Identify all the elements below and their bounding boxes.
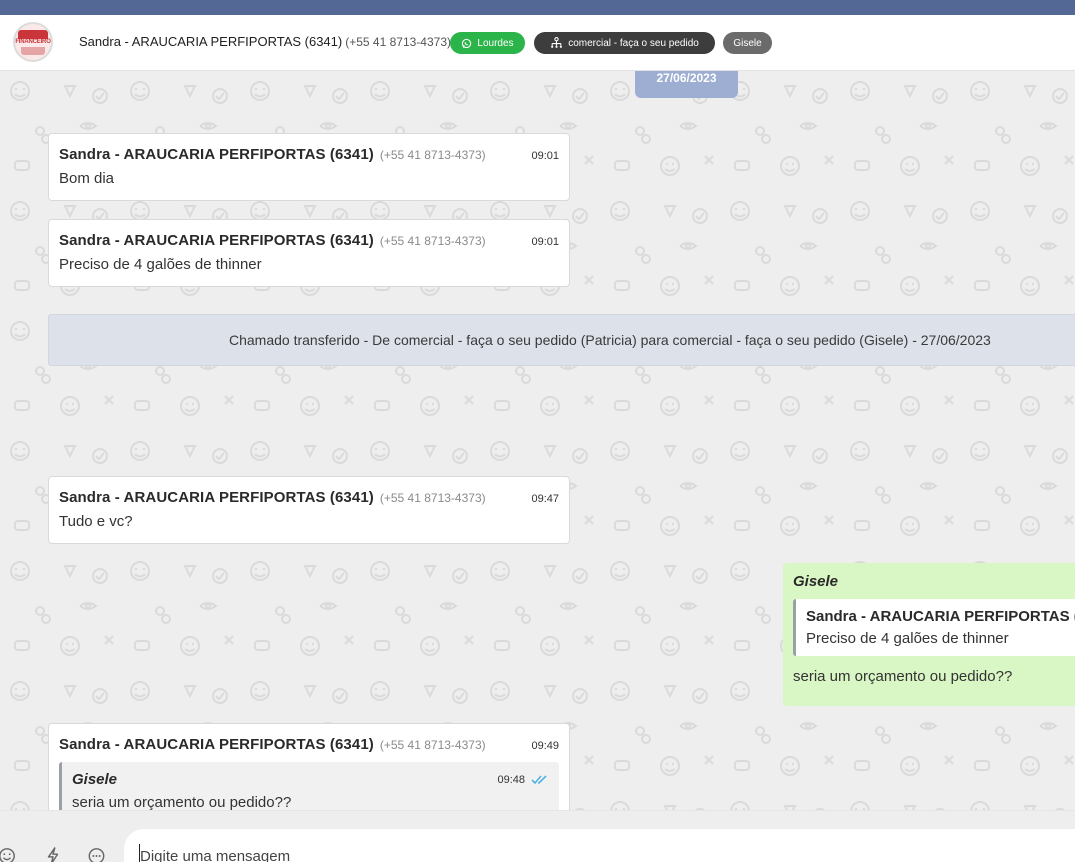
message-time: 09:47 [531,493,559,505]
contact-phone: (+55 41 8713-4373) [345,35,451,49]
system-message-text: Chamado transferido - De comercial - faç… [229,332,991,348]
message-time: 09:49 [531,740,559,752]
message-text: Tudo e vc? [59,513,133,530]
incoming-message[interactable]: Sandra - ARAUCARIA PERFIPORTAS (6341) (+… [48,476,570,544]
department-tag-label: comercial - faça o seu pedido [568,37,699,49]
outgoing-text: seria um orçamento ou pedido?? [793,668,1013,685]
quoted-text: Preciso de 4 galões de thinner [806,630,1009,647]
quoted-message[interactable]: Gisele 09:48 seria um orçamento ou pedid… [59,762,559,810]
quoted-header: Gisele 09:48 [72,771,549,788]
system-transfer-notice: Chamado transferido - De comercial - faç… [48,314,1075,366]
quoted-sender: Sandra - ARAUCARIA PERFIPORTAS (6341) [806,608,1075,625]
chat-header: FINANCEIRO Sandra - ARAUCARIA PERFIPORTA… [0,15,1075,71]
date-separator: 27/06/2023 [635,71,738,98]
message-sender: Sandra - ARAUCARIA PERFIPORTAS (6341) [59,489,374,506]
quick-action-button[interactable] [42,845,64,862]
message-phone: (+55 41 8713-4373) [379,738,486,752]
quoted-text: seria um orçamento ou pedido?? [72,794,292,810]
department-tag[interactable]: comercial - faça o seu pedido [534,32,715,54]
incoming-message[interactable]: Sandra - ARAUCARIA PERFIPORTAS (6341) (+… [48,133,570,201]
message-phone: (+55 41 8713-4373) [379,234,486,248]
quick-reply-icon [88,848,104,862]
incoming-message[interactable]: Sandra - ARAUCARIA PERFIPORTAS (6341) (+… [48,723,570,810]
message-time: 09:01 [531,150,559,162]
message-sender: Sandra - ARAUCARIA PERFIPORTAS (6341) [59,146,374,163]
assigned-user-label: Gisele [733,37,762,49]
contact-info[interactable]: Sandra - ARAUCARIA PERFIPORTAS (6341) (+5… [79,34,451,49]
message-text: Preciso de 4 galões de thinner [59,256,262,273]
org-chart-icon [551,37,563,48]
contact-name: Sandra - ARAUCARIA PERFIPORTAS (6341) [79,34,343,49]
quoted-time-wrap: 09:48 [497,774,549,786]
assigned-user-tag[interactable]: Gisele [723,32,772,54]
message-phone: (+55 41 8713-4373) [379,491,486,505]
avatar-logo-top [18,29,48,39]
message-header: Sandra - ARAUCARIA PERFIPORTAS (6341) (+… [59,736,559,753]
avatar-logo-text: FINANCEIRO [15,38,51,45]
incoming-message[interactable]: Sandra - ARAUCARIA PERFIPORTAS (6341) (+… [48,219,570,287]
message-header: Sandra - ARAUCARIA PERFIPORTAS (6341) (+… [59,232,559,249]
message-time: 09:01 [531,236,559,248]
message-header: Sandra - ARAUCARIA PERFIPORTAS (6341) (+… [59,489,559,506]
lightning-icon [47,847,59,862]
whatsapp-icon [462,38,472,48]
message-text: Bom dia [59,170,115,187]
message-phone: (+55 41 8713-4373) [379,148,486,162]
quick-reply-button[interactable] [85,845,107,862]
quoted-message[interactable]: Sandra - ARAUCARIA PERFIPORTAS (6341) Pr… [793,599,1075,656]
contact-avatar[interactable]: FINANCEIRO [13,22,53,62]
avatar-logo-bottom [21,46,45,55]
top-strip [0,0,1075,15]
outgoing-message[interactable]: Gisele Sandra - ARAUCARIA PERFIPORTAS (6… [783,563,1075,706]
emoji-button[interactable] [0,845,18,862]
chat-area[interactable]: 27/06/2023 Sandra - ARAUCARIA PERFIPORTA… [0,71,1075,810]
channel-tag-label: Lourdes [477,37,514,49]
emoji-icon [0,848,15,862]
text-cursor [139,844,140,862]
quoted-author: Gisele [72,771,118,788]
message-header: Sandra - ARAUCARIA PERFIPORTAS (6341) (+… [59,146,559,163]
message-input[interactable] [124,829,1075,862]
double-check-icon [531,774,547,784]
message-composer [0,810,1075,862]
message-sender: Sandra - ARAUCARIA PERFIPORTAS (6341) [59,736,374,753]
message-sender: Sandra - ARAUCARIA PERFIPORTAS (6341) [59,232,374,249]
channel-tag[interactable]: Lourdes [450,32,525,54]
quoted-time: 09:48 [497,773,525,786]
outgoing-author: Gisele [793,573,839,590]
